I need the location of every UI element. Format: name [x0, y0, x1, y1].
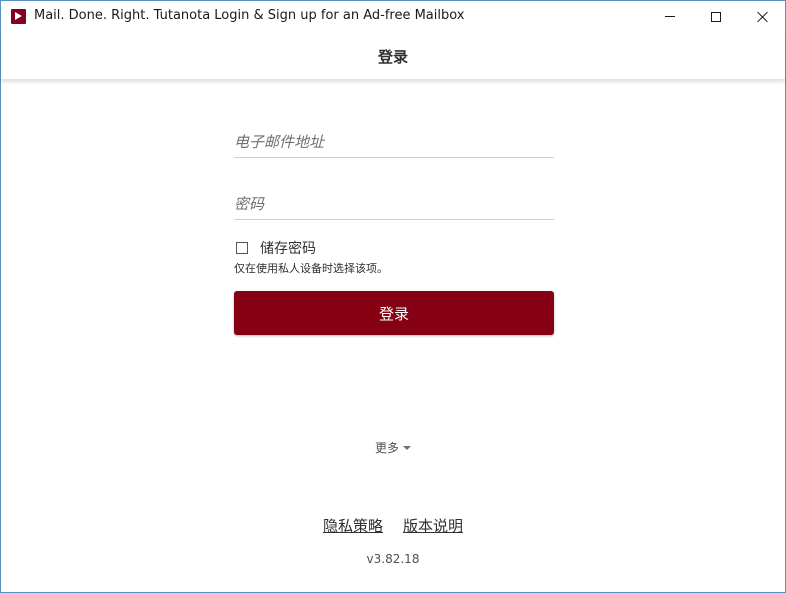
email-field[interactable]: [234, 129, 554, 155]
login-button[interactable]: 登录: [234, 291, 554, 335]
version-label: v3.82.18: [366, 552, 420, 566]
save-password-row[interactable]: 储存密码: [234, 238, 316, 258]
page-title: 登录: [377, 48, 408, 66]
save-password-checkbox[interactable]: [236, 242, 248, 254]
maximize-icon: [711, 11, 721, 22]
app-window: Mail. Done. Right. Tutanota Login & Sign…: [0, 0, 786, 593]
close-icon: [756, 11, 768, 23]
tutanota-logo-icon: [11, 9, 26, 24]
release-notes-link[interactable]: 版本说明: [403, 515, 463, 536]
maximize-button[interactable]: [693, 1, 739, 32]
password-field-container: [234, 183, 554, 220]
password-field[interactable]: [234, 191, 554, 217]
more-label[interactable]: 更多: [375, 439, 399, 456]
minimize-button[interactable]: [647, 1, 693, 32]
window-title: Mail. Done. Right. Tutanota Login & Sign…: [34, 8, 465, 23]
minimize-icon: [665, 16, 675, 17]
privacy-policy-link[interactable]: 隐私策略: [323, 515, 383, 536]
email-field-container: [234, 121, 554, 158]
save-password-help: 仅在使用私人设备时选择该项。: [234, 262, 388, 275]
title-bar[interactable]: Mail. Done. Right. Tutanota Login & Sign…: [1, 1, 785, 32]
app-header: 登录: [1, 32, 785, 80]
caret-down-icon[interactable]: [403, 445, 411, 450]
save-password-label[interactable]: 储存密码: [260, 238, 316, 258]
close-button[interactable]: [739, 1, 785, 32]
footer-links: 隐私策略 版本说明: [1, 515, 785, 536]
more-toggle[interactable]: 更多: [1, 439, 785, 456]
